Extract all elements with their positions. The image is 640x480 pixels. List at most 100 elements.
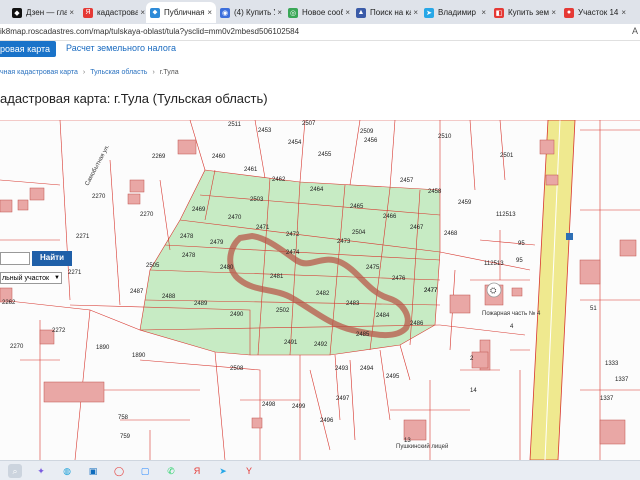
close-tab-icon[interactable]: ×	[481, 8, 486, 17]
building[interactable]	[177, 139, 197, 155]
parcel-number[interactable]: 2508	[230, 366, 244, 372]
outlook-icon[interactable]: ▣	[86, 464, 100, 478]
address-url[interactable]: ik8map.roscadastres.com/map/tulskaya-obl…	[0, 27, 299, 36]
cadastral-map[interactable]: 2511 2453 2507 2509 2510 2501 2460 2454 2455 2456…	[0, 120, 640, 460]
parcel-number[interactable]: 2270	[10, 344, 24, 350]
yandex-icon[interactable]: Y	[242, 464, 256, 478]
parcel-number[interactable]: 2481	[270, 274, 284, 280]
parcel-number[interactable]: 2262	[2, 300, 16, 306]
parcel-number[interactable]: 2480	[220, 265, 234, 271]
parcel-number[interactable]: 95	[516, 258, 523, 264]
yandex-browser-icon[interactable]: Я	[190, 464, 204, 478]
breadcrumb-cadastral-map[interactable]: чная кадастровая карта	[0, 69, 78, 76]
parcel-number[interactable]: 2469	[192, 207, 206, 213]
parcel-number[interactable]: 112513	[484, 261, 504, 267]
search-button[interactable]: Найти	[32, 251, 72, 266]
close-tab-icon[interactable]: ×	[140, 8, 145, 17]
parcel-number[interactable]: 2454	[288, 140, 302, 146]
parcel-number[interactable]: 2497	[336, 396, 350, 402]
close-tab-icon[interactable]: ×	[621, 8, 626, 17]
parcel-number[interactable]: 2456	[364, 138, 378, 144]
parcel-number[interactable]: 2505	[146, 263, 160, 269]
parcel-number[interactable]: 2510	[438, 134, 452, 140]
building[interactable]	[539, 139, 555, 155]
parcel-number[interactable]: 758	[118, 415, 129, 421]
parcel-number[interactable]: 1890	[96, 345, 110, 351]
whatsapp-icon[interactable]: ✆	[164, 464, 178, 478]
building[interactable]	[251, 417, 263, 429]
parcel-number[interactable]: 2494	[360, 366, 374, 372]
parcel-number[interactable]: 2482	[316, 291, 330, 297]
parcel-number[interactable]: 2464	[310, 187, 324, 193]
parcel-number[interactable]: 2478	[182, 253, 196, 259]
parcel-number[interactable]: 2473	[337, 239, 351, 245]
close-tab-icon[interactable]: ×	[277, 8, 282, 17]
parcel-number[interactable]: 759	[120, 434, 131, 440]
parcel-number[interactable]: 2471	[256, 225, 270, 231]
parcel-number[interactable]: 1333	[605, 361, 619, 367]
parcel-number[interactable]: 2491	[284, 340, 298, 346]
parcel-number[interactable]: 95	[518, 241, 525, 247]
parcel-number[interactable]: 2479	[210, 240, 224, 246]
edge-icon[interactable]: ◍	[60, 464, 74, 478]
building[interactable]	[579, 259, 601, 285]
building[interactable]	[449, 294, 471, 314]
parcel-number[interactable]: 2495	[386, 374, 400, 380]
browser-tab-9[interactable]: ● Участок 14, ×	[560, 2, 630, 23]
browser-tab-8[interactable]: ◧ Купить земл ×	[490, 2, 560, 23]
parcel-number[interactable]: 2502	[276, 308, 290, 314]
parcel-number[interactable]: 1337	[600, 396, 614, 402]
parcel-number[interactable]: 51	[590, 306, 597, 312]
browser-tab-2[interactable]: Якадастровая×	[79, 2, 149, 23]
address-bar[interactable]: ik8map.roscadastres.com/map/tulskaya-obl…	[0, 24, 640, 41]
land-tax-link[interactable]: Расчет земельного налога	[66, 43, 176, 53]
map-canvas[interactable]: 2511 2453 2507 2509 2510 2501 2460 2454 2455 2456…	[0, 120, 640, 460]
close-tab-icon[interactable]: ×	[69, 8, 74, 17]
parcel-number[interactable]: 1890	[132, 353, 146, 359]
parcel-number[interactable]: 2487	[130, 289, 144, 295]
building[interactable]	[0, 199, 13, 213]
reader-mode-icon[interactable]: А	[632, 26, 638, 36]
parcel-number[interactable]: 2270	[92, 194, 106, 200]
close-tab-icon[interactable]: ×	[207, 8, 212, 17]
building[interactable]	[599, 419, 626, 445]
zoom-icon[interactable]: ▢	[138, 464, 152, 478]
parcel-number[interactable]: 2507	[302, 121, 316, 127]
parcel-number[interactable]: 2498	[262, 402, 276, 408]
browser-tab-4[interactable]: ◉ (4) Купить У ×	[216, 2, 286, 23]
parcel-number[interactable]: 2475	[366, 265, 380, 271]
parcel-number[interactable]: 2462	[272, 177, 286, 183]
browser-tab-7[interactable]: ➤ Владимир ×	[420, 2, 490, 23]
parcel-number[interactable]: 2511	[228, 122, 242, 128]
cadastral-map-button[interactable]: ровая карта	[0, 41, 56, 57]
parcel-number[interactable]: 2470	[228, 215, 242, 221]
building[interactable]	[43, 381, 105, 403]
parcel-number[interactable]: 2486	[410, 321, 424, 327]
browser-tab-3[interactable]: ⬥ Публичная к×	[146, 2, 216, 23]
building[interactable]	[29, 187, 45, 201]
telegram-icon[interactable]: ➤	[216, 464, 230, 478]
parcel-number[interactable]: 2485	[356, 332, 370, 338]
browser-tab-5[interactable]: ◎ Новое сооб ×	[284, 2, 354, 23]
parcel-number[interactable]: 2270	[140, 212, 154, 218]
parcel-number[interactable]: 2467	[410, 225, 424, 231]
parcel-number[interactable]: 2478	[180, 234, 194, 240]
parcel-number[interactable]: 2493	[335, 366, 349, 372]
parcel-number[interactable]: 2503	[250, 197, 264, 203]
opera-icon[interactable]: ◯	[112, 464, 126, 478]
parcel-number[interactable]: 2488	[162, 294, 176, 300]
search-icon[interactable]: ⌕	[8, 464, 22, 478]
parcel-number[interactable]: 2477	[424, 288, 438, 294]
parcel-number[interactable]: 2271	[68, 270, 82, 276]
browser-tab-6[interactable]: ▲ Поиск на ка ×	[352, 2, 422, 23]
parcel-number[interactable]: 2476	[392, 276, 406, 282]
browser-tab-1[interactable]: ◆ Дзен — гла ×	[8, 2, 78, 23]
building[interactable]	[403, 419, 427, 441]
parcel-number[interactable]: 2483	[346, 301, 360, 307]
copilot-icon[interactable]: ✦	[34, 464, 48, 478]
search-input[interactable]	[0, 252, 30, 265]
parcel-number[interactable]: 2272	[52, 328, 66, 334]
parcel-number[interactable]: 2474	[286, 250, 300, 256]
parcel-number[interactable]: 2461	[244, 167, 258, 173]
parcel-number[interactable]: 2484	[376, 313, 390, 319]
